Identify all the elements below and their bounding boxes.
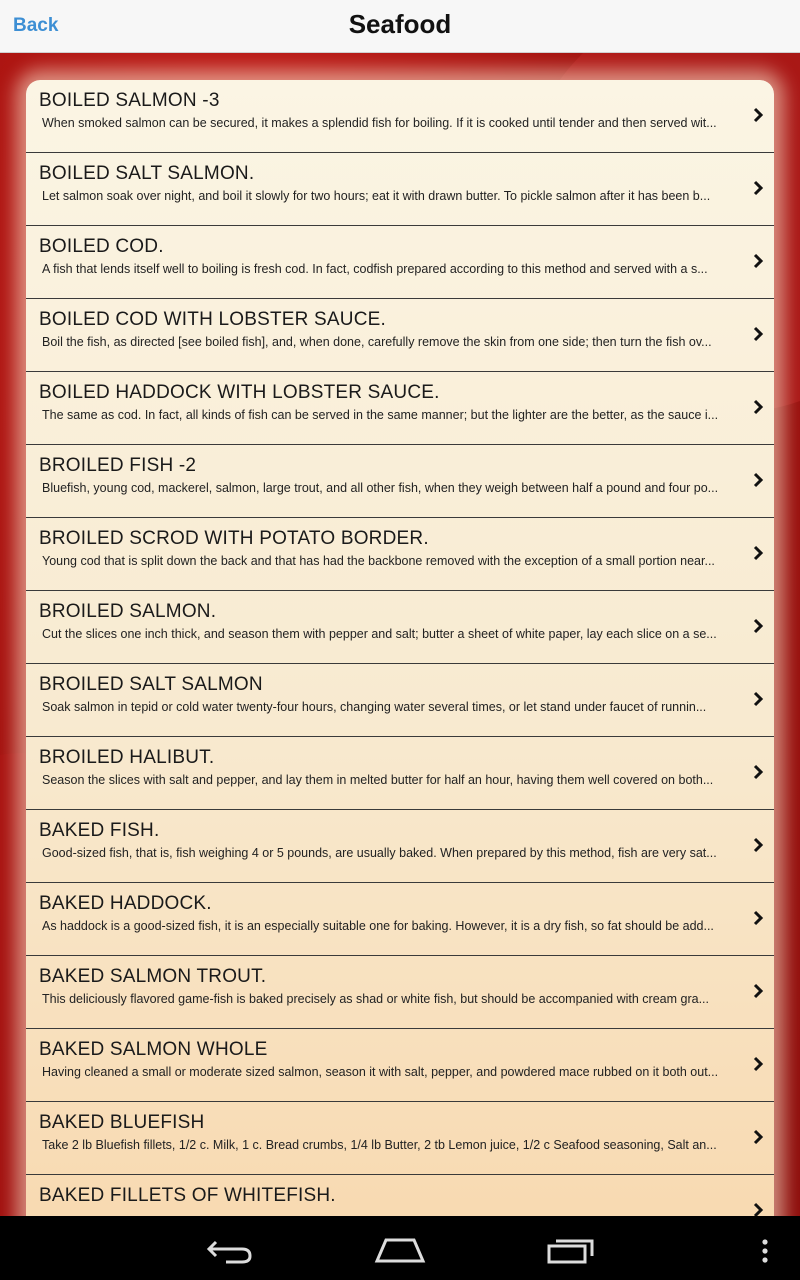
chevron-right-icon <box>753 253 764 269</box>
chevron-right-icon <box>753 180 764 196</box>
chevron-right-icon <box>753 910 764 926</box>
recipe-title: BROILED HALIBUT. <box>39 747 215 768</box>
nav-back-icon[interactable] <box>206 1236 254 1264</box>
recipe-description: Young cod that is split down the back an… <box>42 554 715 568</box>
nav-recents-icon[interactable] <box>546 1236 596 1264</box>
recipe-title: BROILED FISH -2 <box>39 455 197 476</box>
chevron-right-icon <box>753 326 764 342</box>
list-item[interactable]: BAKED FILLETS OF WHITEFISH. <box>26 1175 774 1216</box>
recipe-description: Season the slices with salt and pepper, … <box>42 773 714 787</box>
recipe-list[interactable]: BOILED SALMON -3 When smoked salmon can b… <box>26 80 774 1216</box>
chevron-right-icon <box>753 1056 764 1072</box>
list-item[interactable]: BOILED COD WITH LOBSTER SAUCE. Boil the f… <box>26 299 774 372</box>
list-item[interactable]: BOILED HADDOCK WITH LOBSTER SAUCE. The sa… <box>26 372 774 445</box>
recipe-description: Having cleaned a small or moderate sized… <box>42 1065 719 1079</box>
recipe-description: Soak salmon in tepid or cold water twent… <box>42 700 707 714</box>
background: BOILED SALMON -3 When smoked salmon can b… <box>0 53 800 1216</box>
recipe-description: As haddock is a good-sized fish, it is a… <box>42 919 714 933</box>
list-item[interactable]: BAKED BLUEFISH Take 2 lb Bluefish fillets… <box>26 1102 774 1175</box>
recipe-title: BROILED SCROD WITH POTATO BORDER. <box>39 528 429 549</box>
chevron-right-icon <box>753 107 764 123</box>
chevron-right-icon <box>753 1129 764 1145</box>
list-item[interactable]: BAKED HADDOCK. As haddock is a good-sized… <box>26 883 774 956</box>
recipe-title: BOILED SALMON -3 <box>39 90 220 111</box>
recipe-description: Let salmon soak over night, and boil it … <box>42 189 711 203</box>
page-title: Seafood <box>348 9 452 39</box>
recipe-title: BAKED FILLETS OF WHITEFISH. <box>39 1185 336 1206</box>
recipe-title: BAKED SALMON WHOLE <box>39 1039 268 1060</box>
list-item[interactable]: BOILED SALT SALMON. Let salmon soak over … <box>26 153 774 226</box>
list-item[interactable]: BOILED COD. A fish that lends itself well… <box>26 226 774 299</box>
action-bar: Back Seafood <box>0 0 800 53</box>
recipe-title: BAKED HADDOCK. <box>39 893 212 914</box>
overflow-menu-icon[interactable] <box>760 1238 770 1264</box>
recipe-title: BROILED SALT SALMON <box>39 674 263 695</box>
list-item[interactable]: BROILED SALT SALMON Soak salmon in tepid … <box>26 664 774 737</box>
system-navigation-bar <box>0 1216 800 1280</box>
recipe-title: BOILED COD. <box>39 236 164 257</box>
recipe-description: This deliciously flavored game-fish is b… <box>42 992 709 1006</box>
list-item[interactable]: BOILED SALMON -3 When smoked salmon can b… <box>26 80 774 153</box>
recipe-title: BAKED FISH. <box>39 820 160 841</box>
list-item[interactable]: BAKED SALMON TROUT. This deliciously flav… <box>26 956 774 1029</box>
chevron-right-icon <box>753 1202 764 1216</box>
list-item[interactable]: BAKED SALMON WHOLE Having cleaned a small… <box>26 1029 774 1102</box>
chevron-right-icon <box>753 472 764 488</box>
recipe-description: The same as cod. In fact, all kinds of f… <box>42 408 719 422</box>
list-item[interactable]: BROILED HALIBUT. Season the slices with s… <box>26 737 774 810</box>
recipe-title: BOILED HADDOCK WITH LOBSTER SAUCE. <box>39 382 440 403</box>
list-item[interactable]: BAKED FISH. Good-sized fish, that is, fis… <box>26 810 774 883</box>
chevron-right-icon <box>753 691 764 707</box>
recipe-title: BAKED SALMON TROUT. <box>39 966 267 987</box>
recipe-description: Good-sized fish, that is, fish weighing … <box>42 846 717 860</box>
chevron-right-icon <box>753 618 764 634</box>
recipe-description: A fish that lends itself well to boiling… <box>42 262 708 276</box>
recipe-description: Bluefish, young cod, mackerel, salmon, l… <box>42 481 719 495</box>
chevron-right-icon <box>753 764 764 780</box>
chevron-right-icon <box>753 983 764 999</box>
chevron-right-icon <box>753 545 764 561</box>
list-item[interactable]: BROILED SCROD WITH POTATO BORDER. Young c… <box>26 518 774 591</box>
recipe-description: Boil the fish, as directed [see boiled f… <box>42 335 712 349</box>
list-item[interactable]: BROILED FISH -2 Bluefish, young cod, mack… <box>26 445 774 518</box>
recipe-description: Cut the slices one inch thick, and seaso… <box>42 627 717 641</box>
recipe-description: When smoked salmon can be secured, it ma… <box>42 116 717 130</box>
nav-home-icon[interactable] <box>374 1236 426 1264</box>
list-item[interactable]: BROILED SALMON. Cut the slices one inch t… <box>26 591 774 664</box>
chevron-right-icon <box>753 399 764 415</box>
chevron-right-icon <box>753 837 764 853</box>
recipe-title: BOILED SALT SALMON. <box>39 163 255 184</box>
recipe-title: BROILED SALMON. <box>39 601 217 622</box>
recipe-title: BOILED COD WITH LOBSTER SAUCE. <box>39 309 386 330</box>
recipe-title: BAKED BLUEFISH <box>39 1112 205 1133</box>
recipe-description: Take 2 lb Bluefish fillets, 1/2 c. Milk,… <box>42 1138 717 1152</box>
